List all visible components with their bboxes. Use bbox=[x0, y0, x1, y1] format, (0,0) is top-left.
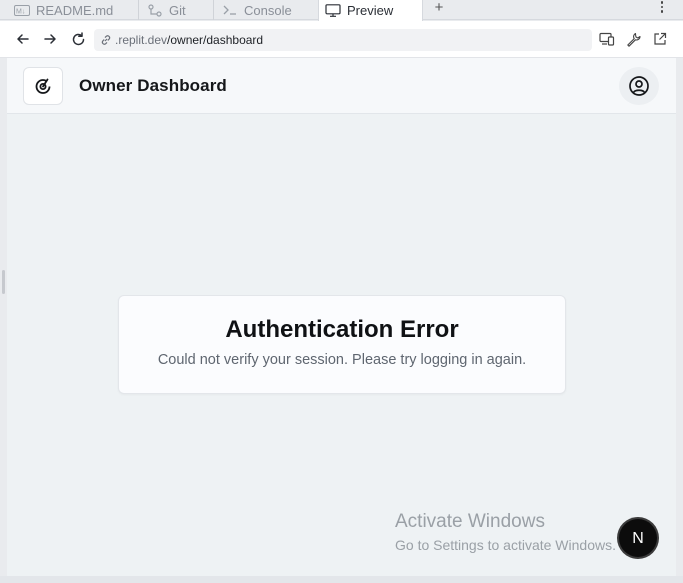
tab-label: Preview bbox=[347, 3, 394, 18]
devices-icon bbox=[599, 32, 615, 46]
error-message: Could not verify your session. Please tr… bbox=[157, 352, 527, 368]
reload-icon bbox=[72, 31, 84, 45]
error-title: Authentication Error bbox=[225, 316, 459, 343]
app-header: Owner Dashboard bbox=[7, 58, 676, 114]
git-branch-icon bbox=[147, 3, 163, 17]
tab-label: Git bbox=[169, 2, 186, 18]
monitor-icon bbox=[325, 4, 341, 17]
preview-viewport: Owner Dashboard Authentication Error Cou… bbox=[7, 58, 676, 576]
url-field[interactable]: .replit.dev/owner/dashboard bbox=[94, 29, 592, 51]
user-menu-button[interactable] bbox=[619, 67, 659, 105]
link-icon bbox=[99, 33, 113, 47]
url-path: /owner/dashboard bbox=[167, 33, 264, 47]
forward-button[interactable] bbox=[41, 30, 59, 48]
bottom-edge bbox=[0, 576, 683, 583]
activate-windows-watermark: Activate Windows Go to Settings to activ… bbox=[395, 511, 616, 553]
watermark-line2: Go to Settings to activate Windows. bbox=[395, 537, 616, 553]
terminal-icon bbox=[222, 4, 238, 16]
right-scroll-gutter bbox=[676, 58, 683, 576]
arrow-left-icon bbox=[17, 34, 29, 44]
error-card: Authentication Error Could not verify yo… bbox=[118, 295, 566, 394]
logo-icon bbox=[35, 78, 51, 94]
markdown-icon: M↓ bbox=[14, 4, 30, 16]
tab-readme[interactable]: M↓ README.md bbox=[0, 0, 138, 20]
arrow-right-icon bbox=[44, 34, 56, 44]
open-new-window-button[interactable] bbox=[651, 30, 669, 48]
svg-text:M↓: M↓ bbox=[16, 8, 25, 15]
next-dev-indicator-button[interactable]: N bbox=[619, 519, 657, 557]
page-title: Owner Dashboard bbox=[79, 76, 227, 95]
devtools-button[interactable] bbox=[624, 30, 642, 48]
svg-text:N: N bbox=[632, 530, 644, 547]
tab-strip: M↓ README.md Git Console Preview + bbox=[0, 0, 683, 21]
external-link-icon bbox=[654, 32, 667, 45]
browser-toolbar: .replit.dev/owner/dashboard bbox=[0, 21, 683, 58]
reload-button[interactable] bbox=[69, 30, 87, 48]
devices-button[interactable] bbox=[598, 30, 616, 48]
user-circle-icon bbox=[629, 76, 649, 96]
new-tab-button[interactable]: + bbox=[430, 0, 448, 16]
resize-handle[interactable] bbox=[2, 270, 5, 294]
tab-label: README.md bbox=[36, 2, 114, 18]
url-host: .replit.dev bbox=[115, 33, 168, 47]
n-logo-icon: N bbox=[632, 530, 644, 547]
app-logo[interactable] bbox=[23, 67, 63, 105]
tab-label: Console bbox=[244, 2, 292, 18]
back-button[interactable] bbox=[14, 30, 32, 48]
tab-console[interactable]: Console bbox=[214, 0, 318, 20]
more-options-icon[interactable] bbox=[657, 0, 667, 15]
watermark-line1: Activate Windows bbox=[395, 511, 545, 532]
tab-git[interactable]: Git bbox=[139, 0, 213, 20]
wrench-icon bbox=[626, 32, 641, 47]
tab-preview[interactable]: Preview bbox=[318, 0, 423, 21]
plus-icon: + bbox=[434, 0, 444, 16]
